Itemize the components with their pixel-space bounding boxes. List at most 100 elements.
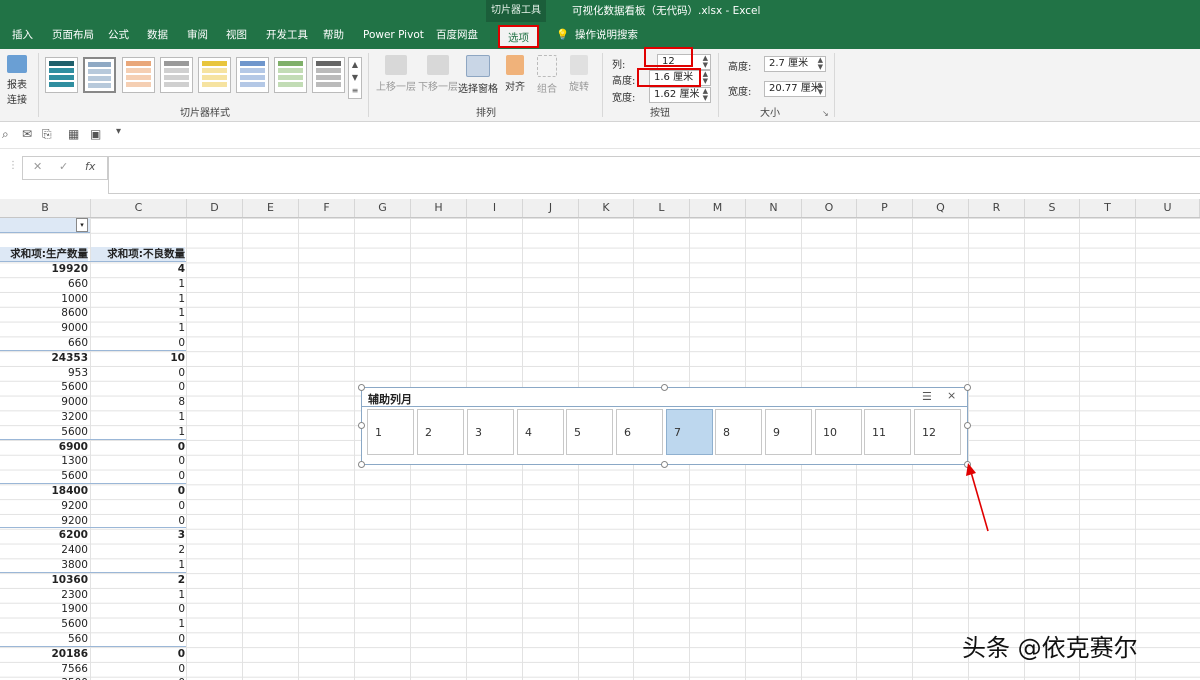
pivot-cell-b[interactable]: 8600 (0, 306, 88, 320)
multi-select-icon[interactable]: ☰ (922, 390, 932, 403)
column-header[interactable]: O (802, 199, 857, 217)
column-header[interactable]: G (355, 199, 411, 217)
slicer-item-9[interactable]: 9 (765, 409, 812, 455)
pivot-cell-c[interactable]: 1 (91, 425, 185, 439)
size-height-spinner[interactable]: 2.7 厘米 ▲ ▼ (764, 56, 826, 72)
slicer-style-6[interactable] (236, 57, 269, 93)
column-header[interactable]: Q (913, 199, 969, 217)
button-width-spinner[interactable]: 1.62 厘米 ▲ ▼ (649, 87, 711, 103)
tab-view[interactable]: 视图 (226, 22, 247, 49)
pivot-cell-b[interactable]: 5600 (0, 469, 88, 483)
slicer-item-4[interactable]: 4 (517, 409, 564, 455)
column-header[interactable]: C (91, 199, 187, 217)
pivot-cell-b[interactable]: 3200 (0, 410, 88, 424)
column-header[interactable]: H (411, 199, 467, 217)
slicer-style-3[interactable] (122, 57, 155, 93)
pivot-cell-c[interactable]: 8 (91, 395, 185, 409)
slicer-style-8[interactable] (312, 57, 345, 93)
pivot-cell-c[interactable]: 0 (91, 632, 185, 646)
pivot-cell-c[interactable]: 0 (91, 440, 185, 454)
tell-me-search[interactable]: 操作说明搜索 (575, 22, 638, 49)
pivot-cell-c[interactable]: 1 (91, 277, 185, 291)
column-header[interactable]: L (634, 199, 690, 217)
pivot-cell-c[interactable]: 1 (91, 292, 185, 306)
pivot-cell-c[interactable]: 0 (91, 380, 185, 394)
column-header[interactable]: U (1136, 199, 1200, 217)
share-icon[interactable]: ✉ (22, 127, 32, 141)
pivot-cell-b[interactable]: 9200 (0, 499, 88, 513)
pivot-cell-b[interactable]: 6200 (0, 528, 88, 542)
pivot-cell-b[interactable]: 24353 (0, 351, 88, 365)
pivot-cell-b[interactable]: 6900 (0, 440, 88, 454)
tab-data[interactable]: 数据 (147, 22, 168, 49)
pivot-filter-cell[interactable]: ▾ (0, 218, 90, 233)
pivot-cell-b[interactable]: 3800 (0, 558, 88, 572)
pivot-cell-c[interactable]: 1 (91, 588, 185, 602)
slicer-style-5[interactable] (198, 57, 231, 93)
pivot-cell-b[interactable]: 20186 (0, 647, 88, 661)
pivot-cell-b[interactable]: 1900 (0, 602, 88, 616)
slicer-item-3[interactable]: 3 (467, 409, 514, 455)
pivot-cell-c[interactable]: 2 (91, 543, 185, 557)
customize-qat-icon[interactable]: ▾ (116, 126, 121, 137)
column-header[interactable]: B (0, 199, 91, 217)
column-header[interactable]: N (746, 199, 802, 217)
resize-handle[interactable] (964, 384, 971, 391)
slicer-style-2[interactable] (83, 57, 116, 93)
pivot-cell-c[interactable]: 0 (91, 602, 185, 616)
slicer[interactable]: 辅助列月 ☰ ⨯ 1 2 3 4 5 6 7 8 9 10 11 12 (361, 387, 968, 465)
confirm-icon[interactable]: ✓ (59, 160, 68, 173)
slicer-item-11[interactable]: 11 (864, 409, 911, 455)
resize-handle[interactable] (964, 422, 971, 429)
pivot-cell-c[interactable]: 0 (91, 484, 185, 498)
resize-handle[interactable] (358, 422, 365, 429)
slicer-item-6[interactable]: 6 (616, 409, 663, 455)
align-button[interactable]: 对齐 (502, 55, 528, 93)
pivot-cell-b[interactable]: 9000 (0, 321, 88, 335)
column-header[interactable]: D (187, 199, 243, 217)
dialog-launcher-icon[interactable]: ↘ (822, 109, 829, 118)
pivot-cell-c[interactable]: 0 (91, 676, 185, 680)
pivot-cell-b[interactable]: 10360 (0, 573, 88, 587)
rotate-button[interactable]: 旋转 (566, 55, 592, 93)
tab-formulas[interactable]: 公式 (108, 22, 129, 49)
pivot-cell-b[interactable]: 9000 (0, 395, 88, 409)
pivot-cell-c[interactable]: 0 (91, 647, 185, 661)
bring-forward-button[interactable]: 上移一层 (376, 55, 416, 93)
pivot-cell-c[interactable]: 0 (91, 454, 185, 468)
pivot-cell-c[interactable]: 0 (91, 514, 185, 528)
pivot-cell-b[interactable]: 5600 (0, 425, 88, 439)
function-icon[interactable]: fx (85, 160, 95, 173)
pivot-cell-b[interactable]: 560 (0, 632, 88, 646)
resize-handle[interactable] (661, 461, 668, 468)
pivot-cell-b[interactable]: 1300 (0, 454, 88, 468)
pivot-cell-b[interactable]: 7566 (0, 662, 88, 676)
pivot-cell-b[interactable]: 1000 (0, 292, 88, 306)
cancel-icon[interactable]: ✕ (33, 160, 42, 173)
paste-icon[interactable]: ⎘ (42, 127, 52, 142)
group-button[interactable]: 组合 (534, 55, 560, 95)
slicer-item-1[interactable]: 1 (367, 409, 414, 455)
pivot-cell-b[interactable]: 18400 (0, 484, 88, 498)
resize-handle[interactable] (358, 461, 365, 468)
pivot-cell-b[interactable]: 953 (0, 366, 88, 380)
tab-developer[interactable]: 开发工具 (266, 22, 308, 49)
column-header[interactable]: F (299, 199, 355, 217)
pivot-cell-b[interactable]: 9200 (0, 514, 88, 528)
pivot-cell-c[interactable]: 1 (91, 617, 185, 631)
slicer-style-7[interactable] (274, 57, 307, 93)
slicer-style-4[interactable] (160, 57, 193, 93)
tab-review[interactable]: 审阅 (187, 22, 208, 49)
column-header[interactable]: E (243, 199, 299, 217)
table-icon[interactable]: ▦ (68, 127, 79, 141)
print-preview-icon[interactable]: ⌕ (2, 127, 9, 142)
slicer-item-10[interactable]: 10 (815, 409, 862, 455)
slicer-item-7[interactable]: 7 (666, 409, 713, 455)
pivot-cell-c[interactable]: 1 (91, 321, 185, 335)
pivot-cell-b[interactable]: 19920 (0, 262, 88, 276)
pivot-cell-c[interactable]: 0 (91, 366, 185, 380)
column-header[interactable]: M (690, 199, 746, 217)
pivot-cell-b[interactable]: 5600 (0, 617, 88, 631)
column-header[interactable]: T (1080, 199, 1136, 217)
slicer-item-2[interactable]: 2 (417, 409, 464, 455)
